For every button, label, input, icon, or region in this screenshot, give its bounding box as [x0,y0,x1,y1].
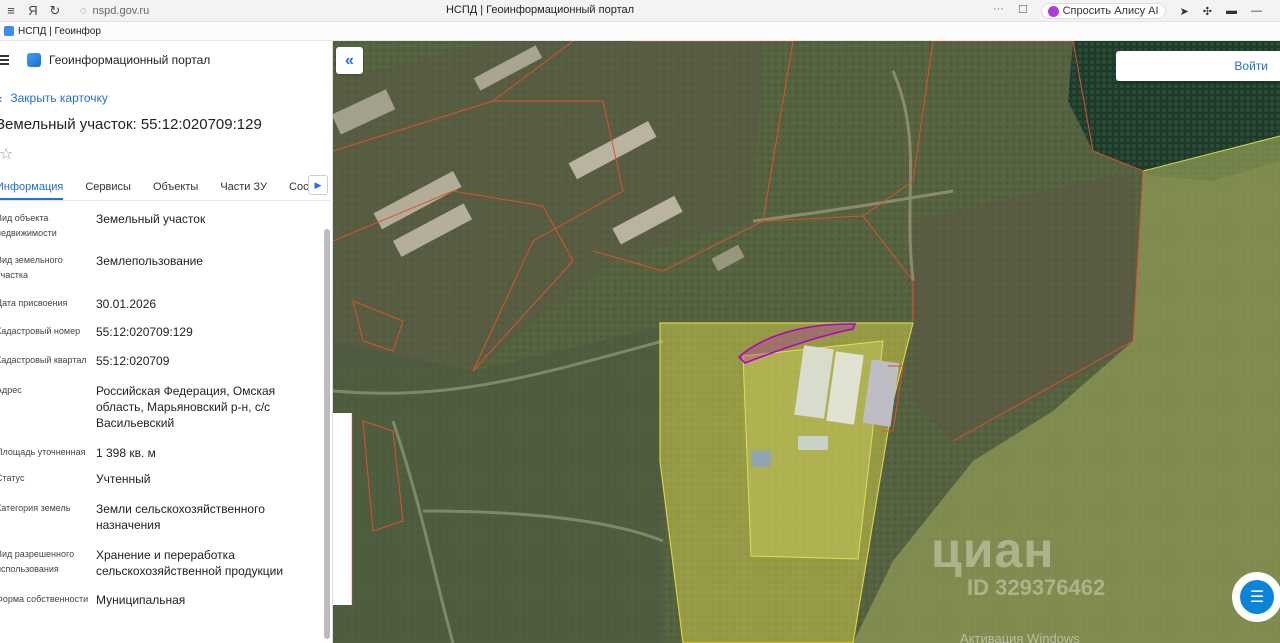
property-row: Вид разрешенного использования Хранение … [0,547,306,579]
property-label: Дата присвоения [0,298,68,308]
map-view[interactable]: « Войти циан ID 329376462 ☰ Активация Wi… [333,41,1280,643]
property-label: Площадь уточненная [0,447,86,457]
bookmark-item[interactable]: НСПД | Геоинфор [18,26,101,37]
tabs-next-button[interactable]: ▶ [308,175,328,195]
property-label: Статус [0,473,25,483]
more-icon[interactable]: ··· [993,3,1004,16]
bookmarks-bar: НСПД | Геоинфор [0,22,1280,41]
property-label: Кадастровый номер [0,326,81,336]
close-card-label: Закрыть карточку [10,91,108,105]
portal-logo [27,53,41,67]
card-tabs: Информация Сервисы Объекты Части ЗУ Сост… [0,171,330,201]
chevron-left-icon: ‹ [0,91,2,106]
collapse-sidebar-button[interactable]: « [336,47,363,74]
card-title: Земельный участок: 55:12:020709:129 [0,116,262,133]
property-label: Форма собственности [0,594,89,604]
ask-alice-button[interactable]: Спросить Алису AI [1040,3,1166,19]
property-row: Форма собственности Муниципальная [0,592,185,608]
property-value: Земли сельскохозяйственного назначения [96,502,265,532]
favorite-star-icon[interactable]: ☆ [0,144,332,164]
portal-name: Геоинформационный портал [49,53,211,67]
property-value: Землепользование [96,254,203,268]
cian-watermark: циан ID 329376462 [931,521,1105,601]
property-row: Площадь уточненная 1 398 кв. м [0,445,156,461]
login-button[interactable]: Войти [1116,51,1280,81]
property-value: Учтенный [96,472,151,486]
property-row: Статус Учтенный [0,471,151,487]
downloads-icon[interactable]: ▬ [1226,5,1237,17]
alice-label: Спросить Алису AI [1062,5,1159,17]
sidebar-scrollbar[interactable] [324,229,330,639]
tab-information[interactable]: Информация [0,181,64,200]
property-row: Дата присвоения 30.01.2026 [0,296,156,312]
close-card-link[interactable]: ‹ Закрыть карточку [0,87,332,109]
alice-icon [1047,5,1059,17]
property-row: Кадастровый квартал 55:12:020709 [0,353,169,369]
property-label: Вид объекта недвижимости [0,213,57,238]
property-label: Вид земельного участка [0,255,63,280]
property-value: Земельный участок [96,212,206,226]
minimize-icon[interactable]: — [1251,5,1262,17]
tab-services[interactable]: Сервисы [85,181,131,200]
chat-icon: ☰ [1240,580,1274,614]
watermark-logo: циан [931,522,1055,578]
property-label: Вид разрешенного использования [0,549,75,574]
tab-objects[interactable]: Объекты [153,181,198,200]
bookmark-icon[interactable]: ☐ [1018,3,1028,16]
property-value: 55:12:020709 [96,354,170,368]
property-row: Адрес Российская Федерация, Омская облас… [0,383,296,431]
property-row: Кадастровый номер 55:12:020709:129 [0,324,193,340]
nspd-favicon [4,26,14,36]
satellite-map [333,41,1280,643]
property-value: Муниципальная [96,593,186,607]
info-sidebar: Геоинформационный портал ‹ Закрыть карто… [0,41,333,643]
property-value: 1 398 кв. м [96,446,156,460]
property-value: 55:12:020709:129 [96,325,193,339]
watermark-id: ID 329376462 [967,575,1106,600]
property-row: Вид земельного участка Землепользование [0,253,203,283]
property-value: Хранение и переработка сельскохозяйствен… [96,548,284,578]
property-label: Кадастровый квартал [0,355,87,365]
property-label: Адрес [0,385,22,395]
property-label: Категория земель [0,503,71,513]
sidebar-header: Геоинформационный портал [0,41,332,79]
chat-button[interactable]: ☰ [1232,572,1280,622]
browser-tab-title: НСПД | Геоинформационный портал [445,4,635,16]
extensions-icon[interactable]: ✣ [1203,5,1212,18]
property-row: Вид объекта недвижимости Земельный участ… [0,211,205,241]
property-value: 30.01.2026 [96,297,157,311]
property-value: Российская Федерация, Омская область, Ма… [96,384,276,430]
browser-toolbar: ≡ Я ↻ ◌ nspd.gov.ru НСПД | Геоинформацио… [0,0,1280,22]
cursor-icon[interactable]: ➤ [1180,5,1189,18]
windows-activation-text: Активация Windows [960,631,1080,643]
tab-parts[interactable]: Части ЗУ [220,181,267,200]
hamburger-menu-icon[interactable] [0,55,9,65]
property-row: Категория земель Земли сельскохозяйствен… [0,501,306,533]
